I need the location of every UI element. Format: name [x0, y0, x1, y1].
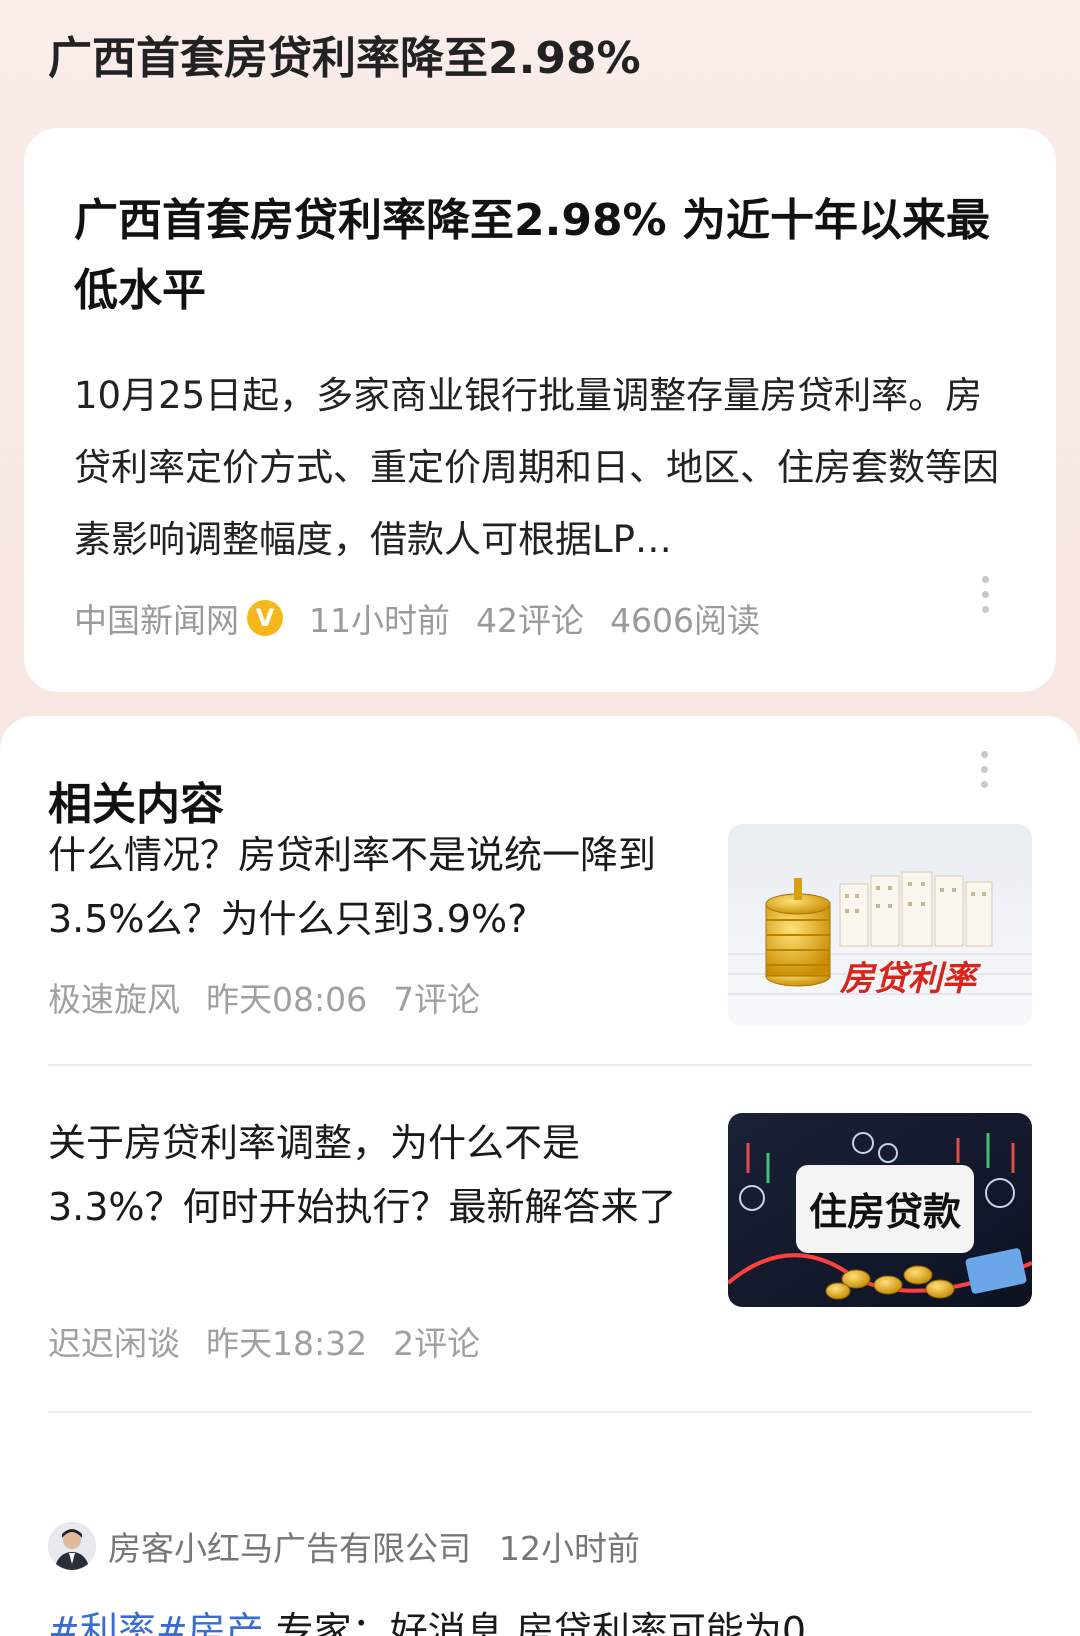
related-item-time: 昨天08:06 — [206, 980, 368, 1019]
divider — [48, 1064, 1032, 1066]
related-item-meta: 迟迟闲谈 昨天18:32 2评论 — [48, 1317, 480, 1365]
divider — [48, 1411, 1032, 1413]
verified-badge-icon: V — [247, 600, 283, 636]
ad-post-body: 专家：好消息,房贷利率可能为0 — [275, 1609, 807, 1636]
related-item-author: 极速旋风 — [48, 980, 180, 1019]
ad-post-text[interactable]: #利率#房产 专家：好消息,房贷利率可能为0 — [48, 1600, 806, 1636]
article-reads: 4606阅读 — [610, 601, 760, 640]
article-time: 11小时前 — [309, 601, 450, 640]
more-vertical-icon[interactable] — [978, 576, 992, 613]
avatar[interactable] — [48, 1522, 96, 1570]
related-item-title[interactable]: 什么情况？房贷利率不是说统一降到3.5%么？为什么只到3.9%? — [48, 823, 688, 951]
related-item-1[interactable]: 什么情况？房贷利率不是说统一降到3.5%么？为什么只到3.9%? 极速旋风 昨天… — [48, 823, 1032, 1026]
thumbnail-caption: 住房贷款 — [809, 1190, 961, 1234]
related-item-author: 迟迟闲谈 — [48, 1324, 180, 1363]
related-item-title[interactable]: 关于房贷利率调整，为什么不是3.3%？何时开始执行？最新解答来了 — [48, 1111, 688, 1239]
ad-time: 12小时前 — [499, 1529, 640, 1568]
page-title: 广西首套房贷利率降至2.98% — [48, 33, 641, 84]
related-item-comments: 7评论 — [393, 980, 481, 1019]
related-more-icon[interactable] — [977, 751, 991, 788]
related-item-2[interactable]: 关于房贷利率调整，为什么不是3.3%？何时开始执行？最新解答来了 迟迟闲谈 昨天… — [48, 1111, 1032, 1381]
related-item-meta: 极速旋风 昨天08:06 7评论 — [48, 973, 480, 1021]
related-item-thumbnail[interactable]: 房贷利率 — [728, 824, 1032, 1026]
ad-author[interactable]: 房客小红马广告有限公司 — [108, 1522, 471, 1570]
article-source[interactable]: 中国新闻网 — [74, 594, 239, 642]
article-comments[interactable]: 42评论 — [476, 594, 584, 642]
article-summary[interactable]: 10月25日起，多家商业银行批量调整存量房贷利率。房贷利率定价方式、重定价周期和… — [74, 360, 1019, 576]
related-item-comments: 2评论 — [393, 1324, 481, 1363]
hashtag[interactable]: #利率#房产 — [48, 1609, 264, 1636]
article-meta: 中国新闻网 V 11小时前 42评论 4606阅读 — [74, 593, 760, 643]
article-headline[interactable]: 广西首套房贷利率降至2.98% 为近十年以来最低水平 — [74, 186, 1014, 326]
thumbnail-caption: 房贷利率 — [839, 959, 982, 999]
related-item-time: 昨天18:32 — [206, 1324, 368, 1363]
related-item-thumbnail[interactable]: 住房贷款 — [728, 1113, 1032, 1307]
main-article-card[interactable]: 广西首套房贷利率降至2.98% 为近十年以来最低水平 10月25日起，多家商业银… — [24, 128, 1056, 692]
ad-post-header[interactable]: 房客小红马广告有限公司 12小时前 — [48, 1520, 640, 1572]
